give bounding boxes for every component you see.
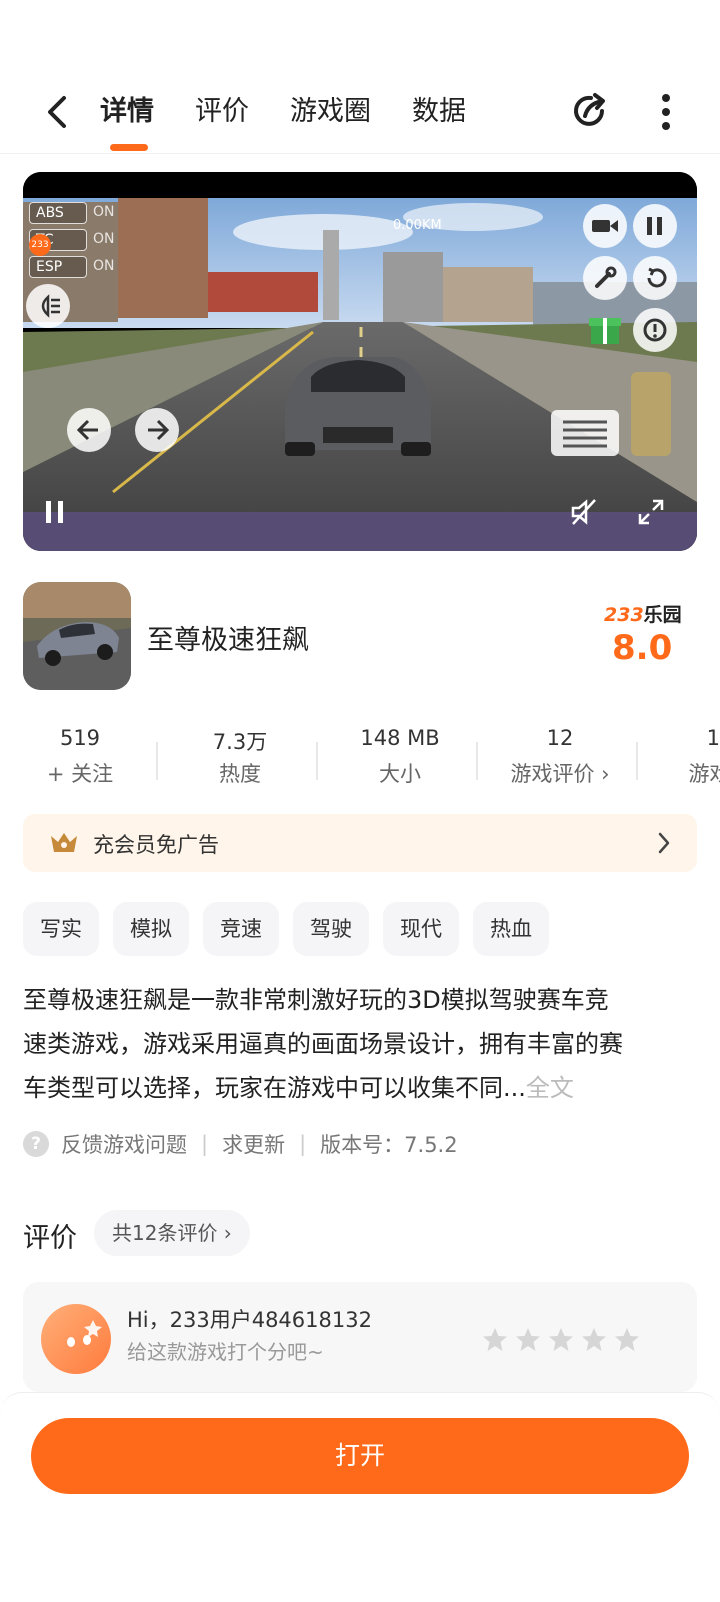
stat-label: 热度: [219, 762, 261, 786]
stat-divider: [636, 742, 638, 780]
stat-value: 12: [546, 726, 574, 750]
app-name: 至尊极速狂飙: [147, 625, 309, 656]
tag-item[interactable]: 现代: [383, 902, 459, 956]
meta-separator: |: [299, 1132, 307, 1156]
tag-item[interactable]: 驾驶: [293, 902, 369, 956]
crown-icon: [51, 833, 77, 852]
tab-data[interactable]: 数据: [412, 92, 466, 132]
tag-item[interactable]: 写实: [23, 902, 99, 956]
tab-details[interactable]: 详情: [100, 92, 154, 132]
stat-label: 游戏帖: [688, 762, 720, 786]
stat-reviews[interactable]: 12 游戏评价 ›: [480, 726, 640, 788]
pause-icon: [633, 204, 677, 248]
rating-score: 8.0: [612, 628, 673, 668]
rating-brand: 233乐园: [604, 600, 682, 627]
stat-value: 7.3万: [212, 730, 268, 754]
stat-label: 大小: [379, 762, 421, 786]
brake-pedal-icon: [631, 372, 671, 456]
fullscreen-icon[interactable]: [637, 498, 665, 526]
star-icon[interactable]: [613, 1326, 641, 1354]
user-greeting: Hi，233用户484618132: [127, 1308, 372, 1332]
right-arrow-icon: [135, 408, 179, 452]
more-vertical-icon[interactable]: [648, 90, 684, 134]
abs-state: ON: [93, 204, 115, 220]
description-line: 至尊极速狂飙是一款非常刺激好玩的3D模拟驾驶赛车竞: [23, 986, 609, 1014]
tag-item[interactable]: 热血: [473, 902, 549, 956]
camera-icon: [583, 204, 627, 248]
tab-game-circle[interactable]: 游戏圈: [290, 92, 371, 132]
stat-posts[interactable]: 14 游戏帖: [640, 726, 720, 788]
star-icon[interactable]: [514, 1326, 542, 1354]
description-line: 速类游戏，游戏采用逼真的画面场景设计，拥有丰富的赛: [23, 1030, 623, 1058]
wrench-icon: [583, 256, 627, 300]
esp-indicator: ESP: [29, 256, 87, 278]
meta-separator: |: [201, 1132, 209, 1156]
member-ad-free-banner[interactable]: 充会员免广告: [23, 814, 697, 872]
stat-value: 148 MB: [360, 726, 440, 750]
stat-label: 游戏评价 ›: [510, 762, 610, 786]
tab-reviews[interactable]: 评价: [195, 92, 249, 132]
gift-icon: [585, 310, 625, 346]
share-icon[interactable]: [568, 90, 610, 132]
game-description: 至尊极速狂飙是一款非常刺激好玩的3D模拟驾驶赛车竞 速类游戏，游戏采用逼真的画面…: [23, 978, 699, 1110]
esp-state: ON: [93, 258, 115, 274]
app-icon: [23, 582, 131, 690]
mute-icon[interactable]: [569, 498, 599, 526]
brake-icon: [633, 308, 677, 352]
avatar: [41, 1304, 111, 1374]
reset-icon: [633, 256, 677, 300]
watermark-badge: 233: [29, 234, 51, 256]
stat-divider: [316, 742, 318, 780]
left-arrow-icon: [67, 408, 111, 452]
member-banner-text: 充会员免广告: [93, 833, 219, 857]
video-pause-icon[interactable]: [43, 498, 67, 526]
open-game-button[interactable]: 打开: [31, 1418, 689, 1494]
star-icon[interactable]: [580, 1326, 608, 1354]
top-nav-bar: 详情 评价 游戏圈 数据: [0, 78, 720, 154]
stat-value: 14: [706, 726, 720, 750]
feedback-link[interactable]: 反馈游戏问题: [61, 1129, 187, 1159]
description-line: 车类型可以选择，玩家在游戏中可以收集不同...: [23, 1074, 526, 1102]
stat-divider: [156, 742, 158, 780]
follow-button[interactable]: + 关注: [0, 758, 160, 788]
rate-game-card[interactable]: Hi，233用户484618132 给这款游戏打个分吧~: [23, 1282, 697, 1392]
reviews-section-title: 评价: [23, 1223, 77, 1254]
stat-value: 519: [59, 726, 101, 750]
request-update-link[interactable]: 求更新: [222, 1129, 285, 1159]
stat-follow[interactable]: 519 + 关注: [0, 726, 160, 788]
star-icon[interactable]: [481, 1326, 509, 1354]
stat-posts-clip: 14 游戏帖: [640, 726, 720, 790]
chevron-right-icon: [658, 832, 670, 854]
abs-indicator: ABS: [29, 202, 87, 224]
game-video-player[interactable]: ABS ON TC ON ESP ON 233 0.00KM: [23, 172, 697, 551]
stat-divider: [476, 742, 478, 780]
back-arrow-icon[interactable]: [40, 92, 76, 132]
stat-popularity: 7.3万 热度: [160, 726, 320, 788]
review-count-button[interactable]: 共12条评价 ›: [94, 1210, 250, 1256]
question-icon: ?: [23, 1131, 49, 1157]
tag-item[interactable]: 模拟: [113, 902, 189, 956]
rate-prompt: 给这款游戏打个分吧~: [127, 1340, 324, 1364]
stat-size: 148 MB 大小: [320, 726, 480, 788]
tc-state: ON: [93, 231, 115, 247]
game-meta-row: ? 反馈游戏问题 | 求更新 | 版本号：7.5.2: [23, 1128, 458, 1160]
version-number: 版本号：7.5.2: [320, 1133, 458, 1157]
active-tab-indicator: [110, 144, 148, 151]
description-line-last: 车类型可以选择，玩家在游戏中可以收集不同...全文: [23, 1066, 699, 1110]
gas-pedal-icon: [551, 410, 619, 456]
headlight-icon: [26, 284, 70, 328]
star-icon[interactable]: [547, 1326, 575, 1354]
speedometer: 0.00KM: [393, 218, 442, 233]
tag-item[interactable]: 竞速: [203, 902, 279, 956]
brand-text: 乐园: [643, 604, 682, 626]
brand-number: 233: [604, 604, 644, 626]
expand-full-text-link[interactable]: 全文: [526, 1074, 574, 1102]
